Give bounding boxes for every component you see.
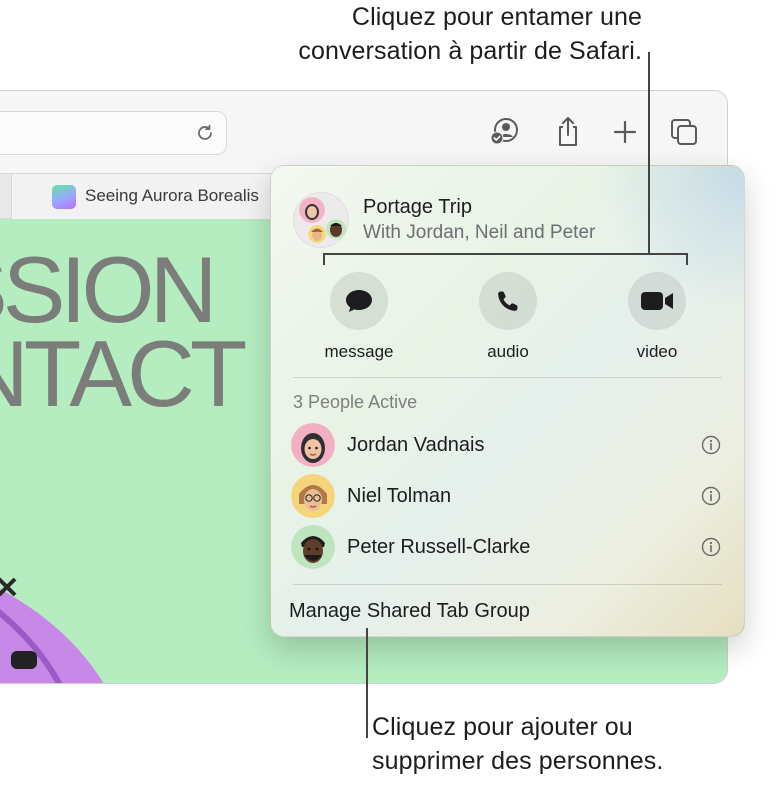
callout-start-conversation: Cliquez pour entamer une conversation à … (122, 0, 642, 68)
group-subtitle: With Jordan, Neil and Peter (363, 222, 596, 243)
leader-line-bracket-right (686, 253, 688, 265)
video-label: video (636, 342, 678, 361)
tab-seeing-aurora[interactable]: Seeing Aurora Borealis (11, 174, 311, 220)
leader-line-top-vertical (648, 52, 650, 254)
peter-memoji-icon (326, 219, 346, 239)
new-tab-button[interactable] (608, 115, 642, 149)
niel-avatar (291, 474, 335, 518)
reload-icon[interactable] (194, 122, 216, 144)
callout-top-line-2: conversation à partir de Safari. (298, 37, 642, 65)
person-name: Niel Tolman (347, 485, 452, 507)
hero-text-line-2: NTACT (0, 321, 247, 426)
jordan-avatar (291, 423, 335, 467)
leader-line-bottom-vertical (366, 628, 368, 738)
leader-line-bracket-horizontal (323, 253, 688, 255)
video-button[interactable]: video (607, 272, 707, 362)
message-bubble-icon (346, 290, 372, 312)
callout-bottom-line-2: supprimer des personnes. (372, 747, 664, 775)
message-button[interactable]: message (309, 272, 409, 362)
tab-favicon-icon (52, 185, 76, 209)
person-row-peter[interactable]: Peter Russell-Clarke (291, 525, 731, 571)
callout-bottom-line-1: Cliquez pour ajouter ou (372, 713, 633, 741)
info-icon[interactable] (701, 435, 721, 455)
leader-line-bracket-left (323, 253, 325, 265)
audio-button[interactable]: audio (458, 272, 558, 362)
audio-label: audio (487, 342, 529, 361)
shared-tab-group-popover: Portage Trip With Jordan, Neil and Peter… (270, 165, 745, 637)
shared-tab-group-button[interactable] (488, 115, 522, 149)
person-row-niel[interactable]: Niel Tolman (291, 474, 731, 520)
manage-shared-tab-group-button[interactable]: Manage Shared Tab Group (289, 600, 530, 623)
divider-actions (293, 377, 722, 378)
person-row-jordan[interactable]: Jordan Vadnais (291, 423, 731, 469)
niel-memoji-icon (308, 225, 326, 243)
divider-people (293, 584, 722, 585)
peter-avatar (291, 525, 335, 569)
share-icon (559, 117, 577, 146)
phone-icon (498, 291, 518, 311)
message-circle[interactable] (330, 272, 388, 330)
message-label: message (324, 342, 394, 361)
group-title: Portage Trip (363, 196, 472, 218)
tab-overview-icon (671, 119, 697, 145)
jordan-memoji-icon (299, 197, 325, 223)
active-people-title: 3 People Active (293, 392, 418, 412)
toolbar (0, 91, 727, 173)
info-icon[interactable] (701, 486, 721, 506)
tab-overview-button[interactable] (667, 115, 701, 149)
info-icon[interactable] (701, 537, 721, 557)
audio-circle[interactable] (479, 272, 537, 330)
group-avatar (293, 192, 349, 248)
video-camera-icon (641, 292, 673, 310)
share-button[interactable] (551, 115, 585, 149)
video-circle[interactable] (628, 272, 686, 330)
illustration-kayak-icon (0, 577, 104, 683)
callout-top-line-1: Cliquez pour entamer une (351, 3, 642, 31)
shared-people-icon (490, 118, 518, 145)
callout-manage-people: Cliquez pour ajouter ou supprimer des pe… (372, 710, 772, 778)
person-name: Peter Russell-Clarke (347, 536, 531, 558)
tab-title: Seeing Aurora Borealis (85, 186, 259, 205)
plus-icon (613, 120, 637, 144)
address-bar[interactable] (0, 111, 227, 155)
person-name: Jordan Vadnais (347, 434, 485, 456)
